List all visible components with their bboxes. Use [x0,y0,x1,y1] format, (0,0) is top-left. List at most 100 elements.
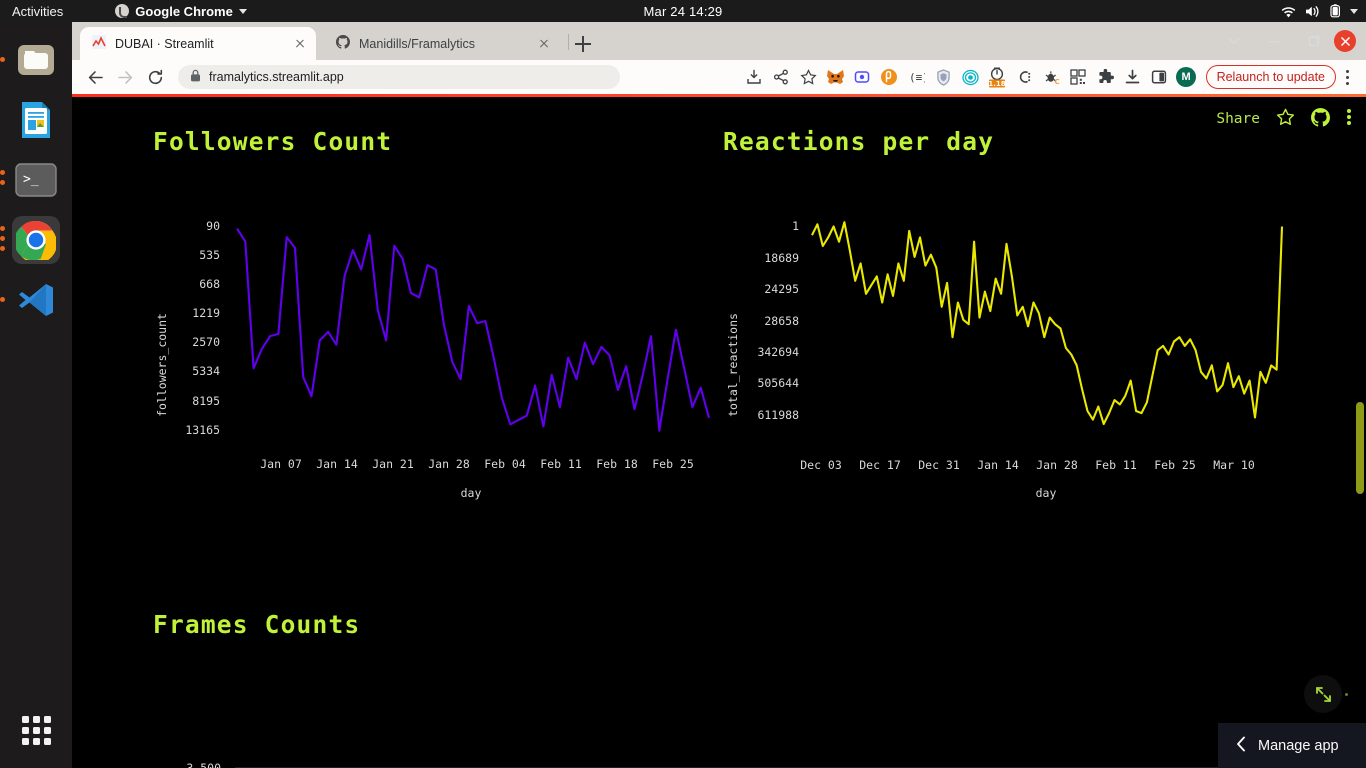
x-tick: Feb 25 [1154,458,1196,472]
close-icon[interactable] [292,36,308,52]
tab-strip: DUBAI · Streamlit Manidills/Framalytics [72,22,1366,60]
omnibox-actions [740,63,822,91]
y-tick: 8195 [192,394,220,408]
dock-item-terminal[interactable]: >_ [0,156,60,204]
system-status-area[interactable] [1281,0,1358,22]
tab-search-chevron-down-icon[interactable] [1214,22,1254,60]
pocket-icon[interactable] [876,64,903,91]
side-panel-icon[interactable] [1146,64,1173,91]
chart-title: Frames Counts [153,610,360,639]
close-icon[interactable] [536,36,552,52]
show-applications-button[interactable] [12,706,60,754]
x-tick: Feb 11 [540,457,582,471]
running-indicator [0,170,5,175]
page-scrollbar[interactable] [1356,402,1364,494]
x-axis-ticks: Dec 03 Dec 17 Dec 31 Jan 14 Jan 28 Feb 1… [800,458,1255,472]
profile-avatar[interactable]: M [1173,64,1200,91]
ubuntu-dock: >_ [0,22,72,768]
clickup-icon[interactable] [1011,64,1038,91]
manage-app-button[interactable]: Manage app [1218,723,1366,768]
dock-item-files[interactable] [0,36,60,84]
tab-dubai-streamlit[interactable]: DUBAI · Streamlit [80,27,316,60]
x-tick: Feb 25 [652,457,694,471]
grid-cell [43,726,51,734]
x-tick: Dec 31 [918,458,960,472]
install-app-icon[interactable] [741,64,768,91]
radar-icon[interactable] [957,64,984,91]
bug-c-icon[interactable]: C [1038,64,1065,91]
back-button[interactable] [80,62,110,92]
y-tick: 28658 [764,314,799,328]
dock-item-libreoffice-writer[interactable] [12,96,60,144]
dock-item-google-chrome[interactable] [0,216,60,264]
grid-cell [32,737,40,745]
address-bar[interactable]: framalytics.streamlit.app [178,65,620,89]
bookmark-star-icon[interactable] [795,64,822,91]
y-tick: 611988 [757,408,799,422]
volume-icon [1305,5,1321,18]
tab-title: Manidills/Framalytics [359,36,475,51]
maximize-icon[interactable] [1294,22,1334,60]
x-tick: Jan 14 [977,458,1019,472]
x-tick: Jan 14 [316,457,358,471]
address-text: framalytics.streamlit.app [209,70,344,84]
running-indicator-2 [0,180,5,185]
tab-manidills-framalytics[interactable]: Manidills/Framalytics [324,27,560,60]
x-tick: Dec 03 [800,458,842,472]
battery-icon [1330,4,1341,18]
y-tick: 18689 [764,251,799,265]
y-axis-label: followers_count [155,313,169,417]
chevron-left-icon [1236,736,1246,756]
wifi-icon [1281,5,1296,18]
y-tick: 5334 [192,364,220,378]
x-axis-ticks: Jan 07 Jan 14 Jan 21 Jan 28 Feb 04 Feb 1… [260,457,694,471]
puzzle-extensions-icon[interactable] [1092,64,1119,91]
series-line-reactions [811,221,1284,426]
grid-cell [43,737,51,745]
stopwatch-1-18-icon[interactable]: 1.18 [984,64,1011,91]
x-tick: Jan 21 [372,457,414,471]
gnome-top-bar: Activities Google Chrome Mar 24 14:29 [0,0,1366,22]
chart-title: Followers Count [153,127,392,156]
relaunch-to-update-button[interactable]: Relaunch to update [1205,65,1336,89]
minimize-icon[interactable] [1254,22,1294,60]
series-line-followers [236,228,711,432]
equalizer-icon[interactable]: (≡) [903,64,930,91]
y-tick: 90 [206,219,220,233]
close-icon[interactable] [1334,30,1356,52]
svg-text:>_: >_ [23,172,39,187]
manage-app-label: Manage app [1258,737,1339,754]
tab-divider [568,34,569,50]
share-icon[interactable] [768,64,795,91]
screen: Activities Google Chrome Mar 24 14:29 >_… [0,0,1366,768]
activities-button[interactable]: Activities [0,4,73,19]
metamask-fox-icon[interactable] [822,64,849,91]
chevron-down-icon [238,8,247,14]
chrome-app-icon [115,4,130,18]
active-app-menu[interactable]: Google Chrome [115,4,247,19]
loom-icon[interactable] [849,64,876,91]
y-axis-ticks: 90 535 668 1219 2570 5334 8195 13165 [185,219,220,437]
vs-code-icon [19,284,53,316]
chart-reactions-per-day: Reactions per day 1 18689 24295 28658 34… [723,127,1284,500]
x-tick: Mar 10 [1213,458,1255,472]
dock-item-vs-code[interactable] [0,276,60,324]
y-tick: 2570 [192,335,220,349]
forward-button[interactable] [110,62,140,92]
lock-icon [190,69,201,85]
downloads-icon[interactable] [1119,64,1146,91]
fullscreen-expand-icon[interactable] [1304,675,1342,713]
qr-code-icon[interactable] [1065,64,1092,91]
y-tick: 1219 [192,306,220,320]
shield-icon[interactable] [930,64,957,91]
window-controls [1214,22,1366,60]
y-tick: 505644 [757,376,799,390]
svg-text:(≡): (≡) [909,71,925,84]
reload-button[interactable] [140,62,170,92]
x-tick: Jan 28 [1036,458,1078,472]
x-axis-label: day [1036,486,1057,500]
new-tab-button[interactable] [572,33,594,55]
avatar: M [1176,67,1197,87]
three-dot-menu-icon[interactable] [1336,64,1358,90]
y-tick: 668 [199,277,220,291]
